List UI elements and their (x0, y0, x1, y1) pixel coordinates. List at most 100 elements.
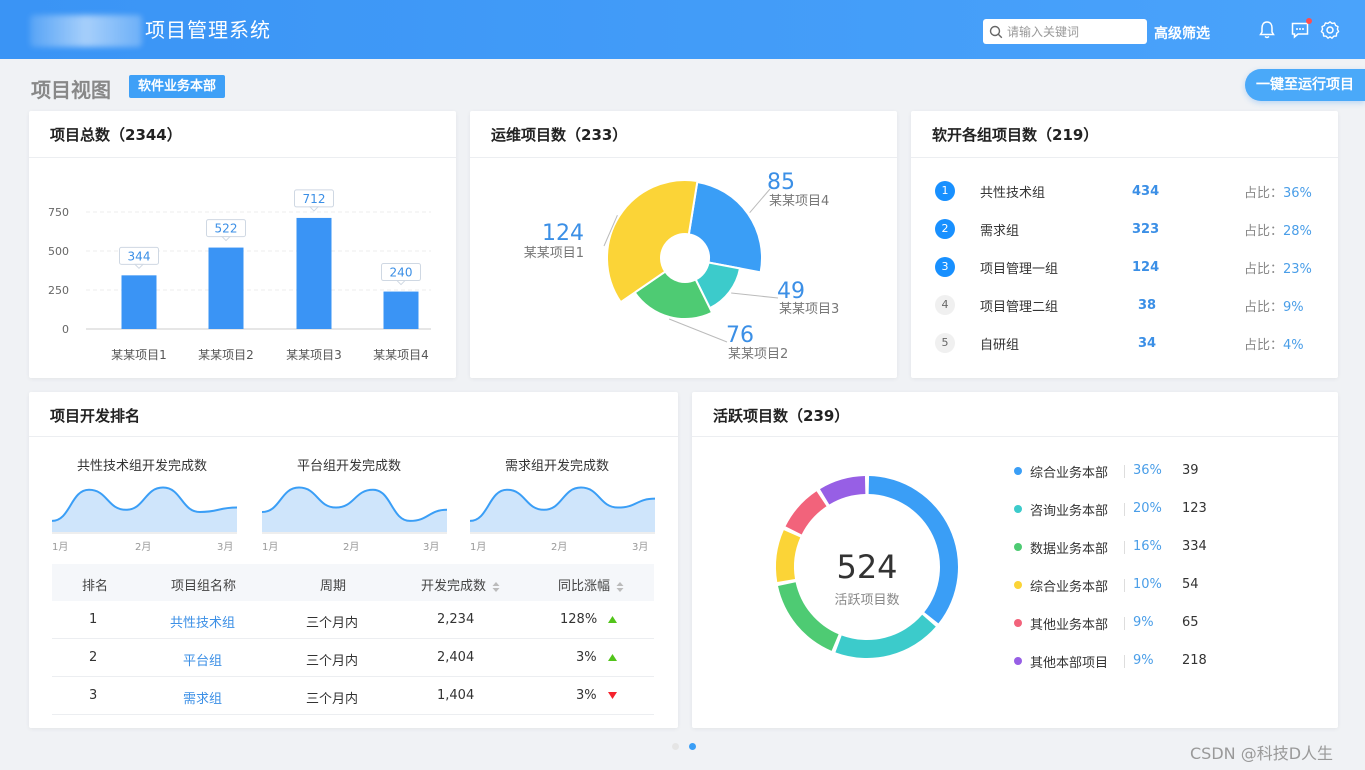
rank-badge: 4 (935, 295, 955, 315)
donut-center-label: 活跃项目数 (834, 593, 900, 608)
table-row[interactable]: 3 需求组 三个月内 1,404 3% (52, 677, 654, 715)
y-tick-label: 500 (48, 245, 69, 258)
ratio-value: 28% (1283, 224, 1312, 239)
ratio-label: 占比： (1244, 300, 1284, 315)
label-leader (668, 318, 728, 343)
run-projects-button[interactable]: 一键至运行项目 (1245, 69, 1365, 101)
legend-dot (1014, 467, 1022, 475)
search-input[interactable] (1007, 24, 1137, 39)
pie-value-label: 85 (767, 170, 795, 195)
pie-name-label: 某某项目1 (524, 246, 584, 261)
legend-percent: 9% (1133, 653, 1154, 668)
sparkline-tick: 3月 (423, 542, 440, 553)
pager-dot[interactable] (672, 743, 679, 750)
group-ratio: 占比：36% (1244, 182, 1312, 201)
active-projects-card: 活跃项目数（239） 524 活跃项目数 综合业务本部 36% 39 咨询业务本部 2… (692, 392, 1338, 728)
sparkline-tick: 3月 (632, 542, 649, 553)
dept-tag[interactable]: 软件业务本部 (129, 75, 226, 98)
search-icon (989, 25, 1003, 38)
cell-done: 2,404 (437, 650, 475, 665)
sort-icon[interactable] (492, 581, 500, 592)
cell-period: 三个月内 (306, 654, 359, 669)
group-row[interactable]: 1 共性技术组 434 占比：36% (911, 181, 1338, 201)
x-tick-label: 某某项目2 (198, 348, 254, 362)
pie-name-label: 某某项目4 (769, 194, 829, 209)
pie-name-label: 某某项目3 (779, 302, 839, 317)
legend-separator (1124, 465, 1125, 478)
search-box[interactable] (983, 19, 1147, 44)
pie-value-label: 124 (542, 221, 584, 246)
rank-badge: 2 (935, 219, 955, 239)
table-row[interactable]: 1 共性技术组 三个月内 2,234 128% (52, 601, 654, 639)
legend-name: 其他本部项目 (1030, 656, 1109, 671)
cell-growth: 3% (576, 688, 597, 703)
rank-badge: 3 (935, 257, 955, 277)
dev-ranking-card: 项目开发排名 共性技术组开发完成数 平台组开发完成数 需求组开发完成数 1月 2… (29, 392, 678, 728)
group-row[interactable]: 3 项目管理一组 124 占比：23% (911, 257, 1338, 277)
advanced-filter-button[interactable]: 高级筛选 (1154, 23, 1210, 43)
donut-segment (776, 530, 801, 583)
legend-percent: 16% (1133, 539, 1162, 554)
group-name: 需求组 (980, 224, 1020, 239)
legend-name: 咨询业务本部 (1030, 504, 1109, 519)
legend-value: 123 (1182, 501, 1207, 516)
card-title: 活跃项目数（239） (713, 407, 850, 425)
col-growth[interactable]: 同比涨幅 (558, 575, 624, 594)
legend-separator (1124, 617, 1125, 630)
cell-rank: 2 (89, 650, 98, 665)
gear-icon[interactable] (1320, 20, 1340, 40)
watermark: CSDN @科技D人生 (1190, 744, 1334, 763)
bar (121, 275, 157, 329)
legend-percent: 9% (1133, 615, 1154, 630)
legend-separator (1124, 503, 1125, 516)
legend-dot (1014, 657, 1022, 665)
group-name: 共性技术组 (980, 186, 1046, 201)
trend-up-icon (608, 616, 617, 623)
notification-dot (1306, 18, 1312, 24)
sparkline-tick: 2月 (343, 542, 360, 553)
rank-badge: 1 (935, 181, 955, 201)
bar (383, 291, 419, 329)
legend-dot (1014, 543, 1022, 551)
donut-segment (819, 476, 866, 505)
col-rank: 排名 (82, 579, 109, 594)
group-row[interactable]: 4 项目管理二组 38 占比：9% (911, 295, 1338, 315)
rank-badge: 5 (935, 333, 955, 353)
group-ratio: 占比：23% (1244, 258, 1312, 277)
sparkline-tick: 1月 (262, 542, 279, 553)
pie-slice (687, 180, 763, 274)
total-projects-card: 项目总数（2344） 0 250 500 750 344 某某项目1 522 某某项目2 712… (29, 111, 456, 378)
bar (296, 217, 332, 329)
legend-name: 综合业务本部 (1030, 466, 1109, 481)
donut-segment (835, 614, 936, 658)
group-row[interactable]: 2 需求组 323 占比：28% (911, 219, 1338, 239)
cell-growth: 3% (576, 650, 597, 665)
legend-separator (1124, 541, 1125, 554)
cell-done: 1,404 (437, 688, 475, 703)
bell-icon[interactable] (1257, 20, 1277, 40)
legend-separator (1124, 579, 1125, 592)
cell-group-link[interactable]: 需求组 (183, 688, 222, 707)
legend-value: 39 (1182, 463, 1199, 478)
cell-group-link[interactable]: 平台组 (183, 650, 222, 669)
pager-dot-active[interactable] (689, 743, 696, 750)
sort-icon[interactable] (616, 581, 624, 592)
pie-name-label: 某某项目2 (728, 347, 788, 362)
group-row[interactable]: 5 自研组 34 占比：4% (911, 333, 1338, 353)
pie-value-label: 76 (726, 323, 754, 348)
active-legend: 综合业务本部 36% 39 咨询业务本部 20% 123 数据业务本部 16% 334 综合… (1014, 462, 1234, 671)
cell-group-link[interactable]: 共性技术组 (170, 612, 235, 631)
table-row[interactable]: 2 平台组 三个月内 2,404 3% (52, 639, 654, 677)
table-header: 排名 项目组名称 周期 开发完成数 同比涨幅 (52, 564, 654, 601)
legend-value: 65 (1182, 615, 1199, 630)
group-count: 34 (1138, 336, 1157, 351)
bar-value-tag-pointer (395, 280, 407, 286)
legend-name: 综合业务本部 (1030, 580, 1109, 595)
cell-done: 2,234 (437, 612, 475, 627)
col-done[interactable]: 开发完成数 (421, 575, 500, 594)
col-done-label: 开发完成数 (421, 579, 487, 594)
legend-percent: 20% (1133, 501, 1162, 516)
bar-chart: 0 250 500 750 344 某某项目1 522 某某项目2 712 某某项目3 240 某某项… (48, 189, 431, 362)
app-title: 项目管理系统 (145, 18, 271, 42)
group-ratio: 占比：9% (1244, 296, 1304, 315)
